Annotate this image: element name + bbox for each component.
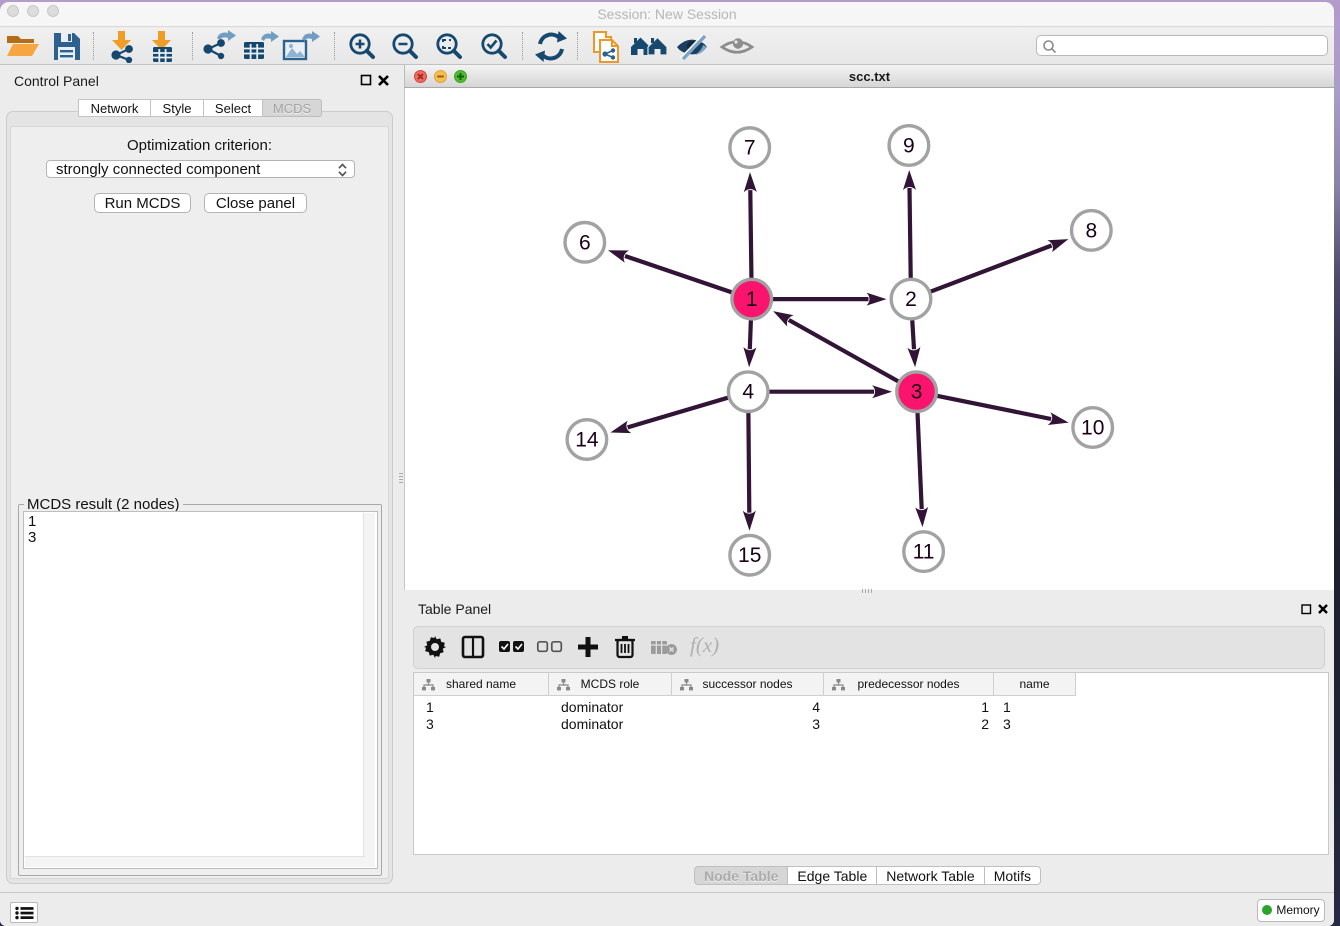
svg-text:10: 10	[1081, 417, 1104, 440]
svg-text:4: 4	[742, 381, 754, 404]
svg-text:15: 15	[738, 544, 761, 567]
svg-text:11: 11	[913, 541, 935, 564]
svg-text:2: 2	[905, 288, 917, 311]
svg-text:1: 1	[746, 288, 758, 311]
svg-text:8: 8	[1085, 219, 1097, 242]
svg-text:14: 14	[575, 429, 599, 452]
svg-text:9: 9	[903, 135, 915, 158]
svg-text:6: 6	[579, 231, 591, 254]
svg-text:3: 3	[911, 381, 923, 404]
svg-text:7: 7	[744, 137, 756, 160]
